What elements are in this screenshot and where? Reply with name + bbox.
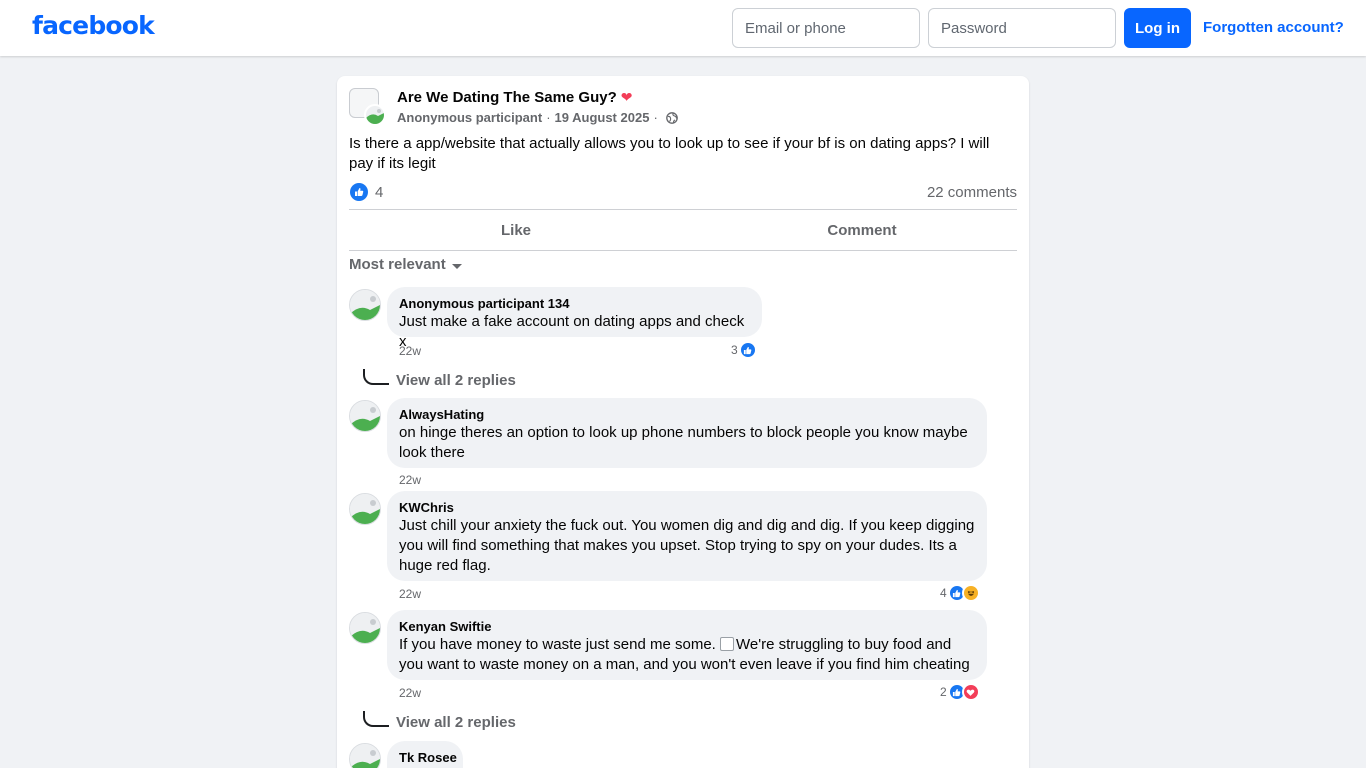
- comment-reaction-count: 3: [731, 343, 738, 357]
- commenter-avatar-icon[interactable]: [349, 612, 381, 644]
- post-card: Are We Dating The Same Guy? ❤ Anonymous p…: [337, 76, 1029, 768]
- comment-time[interactable]: 22w: [399, 686, 421, 700]
- view-replies-link[interactable]: View all 2 replies: [363, 369, 516, 389]
- comment-text: Just make a fake account on dating apps …: [399, 313, 745, 350]
- commenter-avatar-icon[interactable]: [349, 400, 381, 432]
- broken-image-icon: [720, 637, 734, 651]
- comment-reactions[interactable]: 4: [940, 584, 980, 602]
- top-bar: facebook Log in Forgotten account?: [0, 0, 1366, 56]
- comment-button[interactable]: Comment: [695, 210, 1029, 250]
- like-reaction-icon[interactable]: [350, 183, 368, 201]
- comment-time[interactable]: 22w: [399, 587, 421, 601]
- reply-thread-line: [363, 711, 389, 727]
- view-replies-label: View all 2 replies: [396, 372, 516, 389]
- reply-thread-line: [363, 369, 389, 385]
- group-avatar[interactable]: [349, 88, 386, 126]
- author-avatar-icon: [364, 104, 386, 126]
- facebook-logo[interactable]: facebook: [32, 11, 155, 40]
- post-actions: Like Comment: [349, 209, 1017, 251]
- view-replies-label: View all 2 replies: [396, 714, 516, 731]
- comment-text: If you have money to waste just send me …: [399, 635, 975, 675]
- comment-reaction-count: 2: [940, 685, 947, 699]
- heart-icon: ❤: [620, 89, 633, 105]
- globe-icon: [665, 111, 678, 124]
- comment-author[interactable]: Tk Rosee: [399, 749, 457, 766]
- comment-text: on hinge theres an option to look up pho…: [399, 424, 968, 461]
- comment-bubble: KWChris Just chill your anxiety the fuck…: [387, 491, 987, 581]
- comment-bubble: Kenyan Swiftie If you have money to wast…: [387, 610, 987, 680]
- meta-separator: ·: [546, 110, 551, 125]
- comment-text-part: If you have money to waste just send me …: [399, 636, 716, 653]
- comment-text: Just chill your anxiety the fuck out. Yo…: [399, 517, 975, 574]
- email-input[interactable]: [732, 8, 920, 48]
- post-author: Anonymous participant: [397, 110, 543, 125]
- comment-author[interactable]: AlwaysHating: [399, 406, 975, 423]
- comment-author[interactable]: KWChris: [399, 499, 975, 516]
- view-replies-link[interactable]: View all 2 replies: [363, 711, 516, 731]
- commenter-avatar-icon[interactable]: [349, 743, 381, 768]
- meta-separator: ·: [653, 110, 658, 125]
- comment-sort-dropdown[interactable]: Most relevant: [349, 256, 462, 273]
- comments-count[interactable]: 22 comments: [927, 184, 1017, 201]
- comment-bubble: Anonymous participant 134 Just make a fa…: [387, 287, 762, 350]
- post-meta: Anonymous participant · 19 August 2025 ·: [397, 110, 678, 125]
- login-button[interactable]: Log in: [1124, 8, 1191, 48]
- reaction-count[interactable]: 4: [375, 184, 383, 201]
- comment-reactions[interactable]: 3: [731, 341, 757, 359]
- password-input[interactable]: [928, 8, 1116, 48]
- caret-down-icon: [451, 263, 462, 269]
- comment-reactions[interactable]: 2: [940, 683, 980, 701]
- group-name-text[interactable]: Are We Dating The Same Guy?: [397, 89, 617, 106]
- commenter-avatar-icon[interactable]: [349, 289, 381, 321]
- forgotten-account-link[interactable]: Forgotten account?: [1203, 19, 1344, 36]
- comment-time[interactable]: 22w: [399, 473, 421, 487]
- comment-author[interactable]: Anonymous participant 134: [399, 295, 750, 312]
- comment-bubble: AlwaysHating on hinge theres an option t…: [387, 398, 987, 468]
- sort-label: Most relevant: [349, 256, 446, 273]
- comment-bubble: Tk Rosee: [387, 741, 463, 768]
- like-button[interactable]: Like: [349, 210, 683, 250]
- haha-reaction-icon: [961, 584, 980, 602]
- post-body: Is there a app/website that actually all…: [349, 135, 990, 172]
- love-reaction-icon: [961, 683, 980, 701]
- comment-author[interactable]: Kenyan Swiftie: [399, 618, 975, 635]
- comment-time[interactable]: 22w: [399, 344, 421, 358]
- group-name[interactable]: Are We Dating The Same Guy? ❤: [397, 89, 633, 106]
- commenter-avatar-icon[interactable]: [349, 493, 381, 525]
- comment-reaction-count: 4: [940, 586, 947, 600]
- like-reaction-icon: [738, 341, 757, 359]
- reactions-summary: 4 22 comments: [349, 181, 1017, 203]
- post-date[interactable]: 19 August 2025: [555, 110, 650, 125]
